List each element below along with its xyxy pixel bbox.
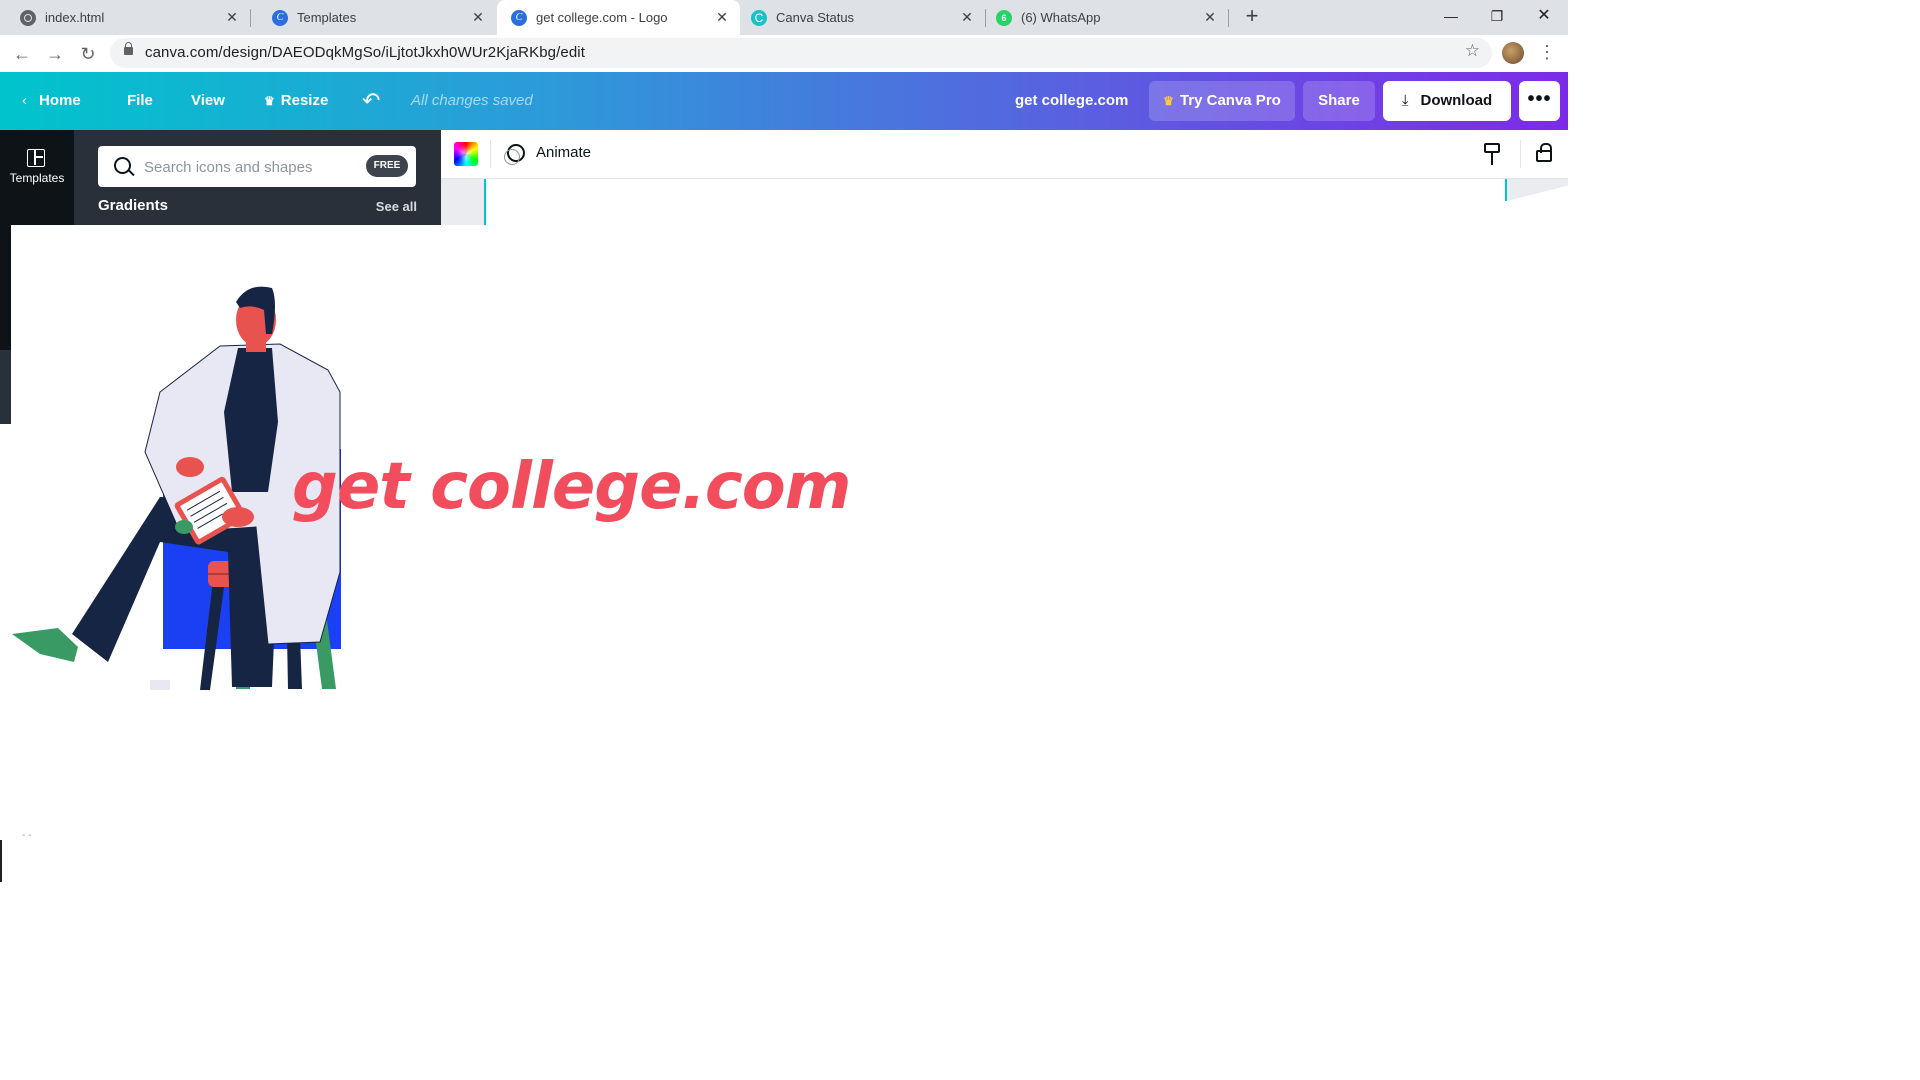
close-window-icon[interactable]: ✕ — [1521, 4, 1567, 28]
resize-label: Resize — [280, 92, 329, 109]
free-badge[interactable]: FREE — [366, 155, 408, 177]
design-title[interactable]: get college.com — [1015, 72, 1128, 130]
templates-icon — [27, 149, 45, 167]
close-icon[interactable]: ✕ — [224, 9, 240, 25]
url-text[interactable]: canva.com/design/DAEODqkMgSo/iLjtotJkxh0… — [145, 44, 585, 61]
view-menu-button[interactable]: View — [191, 72, 225, 130]
canvas-marker: - - — [22, 830, 32, 841]
rail-item-label: Templates — [9, 171, 65, 185]
browser-tab-canva-status[interactable]: C Canva Status ✕ — [741, 0, 985, 35]
tab-divider — [1228, 9, 1229, 27]
chevron-left-icon: ‹ — [22, 92, 27, 109]
download-button[interactable]: ⤓ Download — [1383, 81, 1511, 121]
undo-icon[interactable]: ↶ — [362, 72, 380, 130]
see-all-link[interactable]: See all — [376, 199, 417, 214]
close-icon[interactable]: ✕ — [714, 9, 730, 25]
download-label: Download — [1420, 92, 1493, 109]
lock-icon[interactable] — [1536, 143, 1552, 162]
browser-tab-strip: index.html ✕ C Templates ✕ C get college… — [0, 0, 1568, 35]
close-icon[interactable]: ✕ — [1202, 9, 1218, 25]
browser-menu-icon[interactable]: ⋮ — [1538, 41, 1556, 65]
globe-icon — [20, 9, 36, 26]
tab-divider — [250, 9, 251, 27]
lock-icon — [124, 42, 133, 55]
close-icon[interactable]: ✕ — [959, 9, 975, 25]
canva-icon: C — [511, 9, 527, 26]
forward-icon[interactable]: → — [42, 41, 68, 67]
restore-icon[interactable]: ❐ — [1474, 4, 1520, 28]
home-label: Home — [39, 92, 81, 109]
browser-tab-index[interactable]: index.html ✕ — [0, 0, 250, 35]
animate-icon[interactable] — [504, 144, 525, 165]
crown-icon: ♛ — [1163, 94, 1174, 108]
copy-style-icon[interactable] — [1484, 143, 1500, 165]
canva-icon: C — [272, 9, 288, 26]
profile-avatar[interactable] — [1502, 42, 1524, 64]
rail-item-templates[interactable]: Templates — [0, 130, 74, 200]
minimize-icon[interactable]: — — [1428, 4, 1474, 28]
search-box[interactable]: FREE — [98, 146, 416, 189]
address-bar[interactable]: canva.com/design/DAEODqkMgSo/iLjtotJkxh0… — [110, 38, 1492, 68]
selection-guide — [484, 179, 486, 225]
browser-tab-logo[interactable]: C get college.com - Logo ✕ — [497, 0, 740, 35]
toolbar-divider — [490, 140, 491, 168]
tab-title: get college.com - Logo — [536, 10, 668, 25]
browser-tab-whatsapp[interactable]: 6 (6) WhatsApp ✕ — [986, 0, 1228, 35]
close-icon[interactable]: ✕ — [470, 9, 486, 25]
try-pro-label: Try Canva Pro — [1179, 92, 1281, 109]
search-input[interactable] — [142, 146, 366, 189]
animate-button[interactable]: Animate — [536, 144, 591, 161]
elements-panel: FREE Gradients See all — [74, 130, 441, 225]
section-title: Gradients — [98, 197, 169, 214]
color-picker-icon[interactable] — [454, 142, 478, 166]
home-button[interactable]: ‹ Home — [22, 72, 81, 130]
tab-title: Templates — [297, 10, 357, 25]
try-canva-pro-button[interactable]: ♛ Try Canva Pro — [1149, 81, 1295, 121]
canva-status-icon: C — [751, 9, 767, 26]
side-navigation: Templates — [0, 130, 74, 225]
more-options-button[interactable]: ••• — [1519, 81, 1560, 121]
file-menu-button[interactable]: File — [127, 72, 153, 130]
save-status: All changes saved — [411, 92, 533, 109]
browser-tab-templates[interactable]: C Templates ✕ — [252, 0, 496, 35]
canvas-backdrop — [441, 179, 486, 225]
editor-header: ‹ Home File View ♛ Resize ↶ All changes sa… — [0, 72, 1568, 130]
browser-toolbar: ← → ↻ canva.com/design/DAEODqkMgSo/iLjto… — [0, 35, 1568, 73]
tab-title: (6) WhatsApp — [1021, 10, 1101, 25]
editor-toolbar: Animate — [441, 130, 1568, 179]
logo-text[interactable]: get college.com — [292, 447, 851, 527]
selection-guide — [1505, 179, 1507, 201]
canvas-backdrop — [1507, 179, 1568, 201]
search-icon — [114, 157, 131, 174]
window-edge — [0, 840, 2, 882]
tab-title: Canva Status — [776, 10, 855, 25]
tab-title: index.html — [45, 10, 105, 25]
toolbar-divider — [1520, 140, 1521, 168]
crown-icon: ♛ — [264, 94, 275, 108]
new-tab-button[interactable]: + — [1240, 4, 1264, 28]
reload-icon[interactable]: ↻ — [75, 41, 101, 67]
back-icon[interactable]: ← — [9, 41, 35, 67]
download-icon: ⤓ — [1401, 92, 1409, 109]
bookmark-star-icon[interactable]: ☆ — [1465, 41, 1480, 61]
share-button[interactable]: Share — [1303, 81, 1375, 121]
whatsapp-icon: 6 — [996, 9, 1012, 26]
resize-button[interactable]: ♛ Resize — [264, 72, 328, 130]
